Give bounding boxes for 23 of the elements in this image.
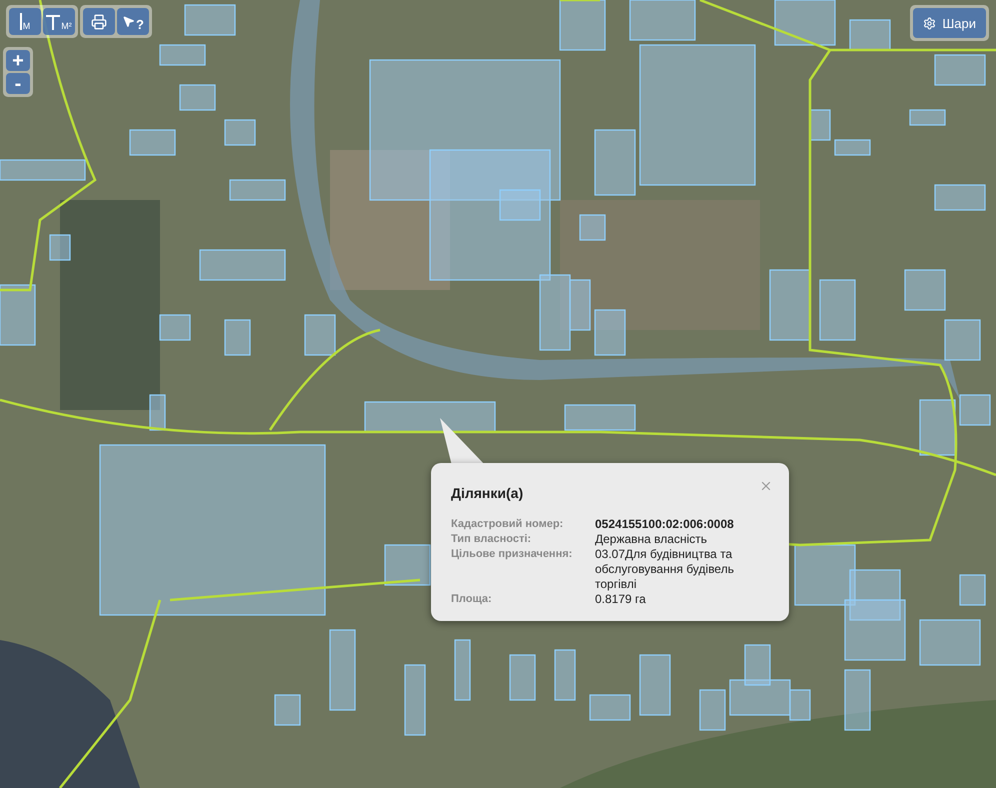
attribute-value: 03.07Для будівництва та обслуговування будівель торгівлі	[595, 547, 735, 592]
printer-icon	[91, 14, 107, 30]
attribute-value: 0524155100:02:006:0008	[595, 517, 735, 532]
cursor-icon	[122, 15, 136, 28]
attribute-value: 0.8179 га	[595, 592, 647, 607]
ruler-t-icon	[46, 13, 60, 30]
attribute-label: Площа:	[451, 592, 493, 607]
gear-icon	[923, 16, 936, 30]
attribute-value: Державна власність	[595, 532, 708, 547]
measure-area-button[interactable]: M²	[43, 8, 75, 35]
attribute-label: Цільове призначення:	[451, 547, 574, 562]
zoom-in-button[interactable]: +	[6, 50, 30, 71]
close-button[interactable]	[759, 479, 773, 493]
zoom-out-button[interactable]: -	[6, 73, 30, 94]
attribute-label: Тип власності:	[451, 532, 532, 547]
layers-button[interactable]: Шари	[913, 8, 986, 38]
print-button[interactable]	[83, 8, 115, 35]
identify-button[interactable]: ?	[117, 8, 149, 35]
ruler-line-icon	[20, 13, 22, 30]
measure-length-button[interactable]: M	[9, 8, 41, 35]
popup-title: Ділянки(а)	[451, 485, 524, 501]
attribute-label: Кадастровий номер:	[451, 517, 564, 532]
close-icon	[759, 479, 773, 493]
